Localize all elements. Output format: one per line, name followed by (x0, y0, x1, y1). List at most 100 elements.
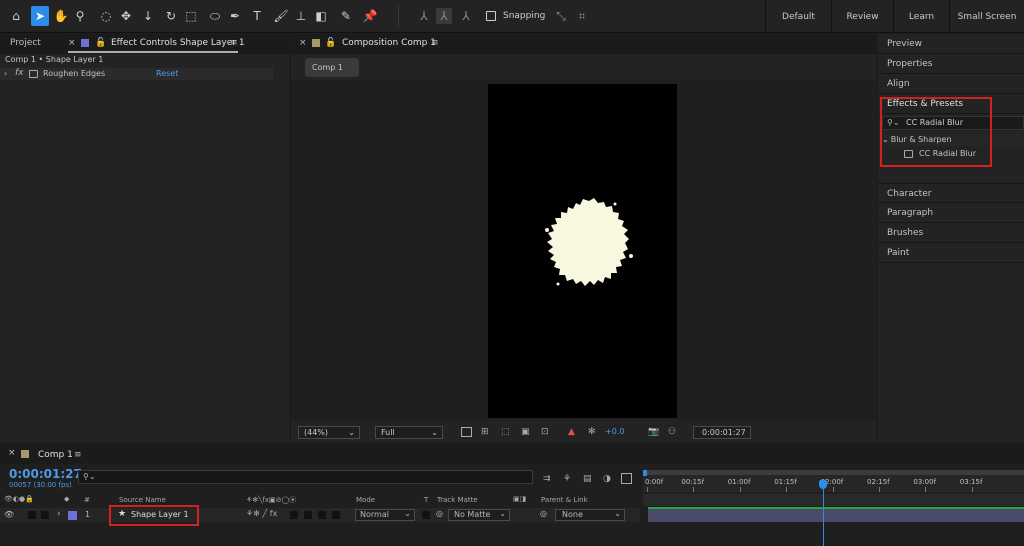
visibility-icon: 👁◐●🔒 (4, 495, 34, 503)
work-area-start[interactable] (643, 470, 647, 476)
time-ruler[interactable]: 0:00f 00:15f 01:00f 01:15f 02:00f 02:15f 03:00… (643, 470, 1024, 492)
playhead-handle[interactable] (819, 480, 827, 489)
expand-chevron-icon[interactable]: › (4, 69, 7, 78)
axis-world-icon[interactable]: ⅄ (436, 8, 452, 24)
layer-duration-bar[interactable] (648, 508, 1024, 522)
fast-previews-icon[interactable] (461, 427, 472, 437)
viewer[interactable] (291, 80, 876, 420)
panel-paint[interactable]: Paint (878, 243, 1024, 263)
panel-paragraph[interactable]: Paragraph (878, 203, 1024, 223)
exposure-value[interactable]: +0.0 (605, 427, 624, 437)
viewer-timecode[interactable]: 0:00:01:27 (693, 426, 751, 439)
panel-menu-icon[interactable]: ≡ (74, 450, 82, 460)
puppet-pin-tool-icon[interactable]: 📌 (362, 8, 378, 24)
channel-color-icon[interactable]: ▲ (568, 427, 575, 437)
mask-visibility-icon[interactable]: ⬚ (501, 427, 510, 437)
shy-layers-icon[interactable]: ⚘ (563, 474, 571, 484)
panel-preview[interactable]: Preview (878, 34, 1024, 54)
motion-blur-icon[interactable]: ◑ (603, 474, 611, 484)
axis-view-icon[interactable]: ⅄ (458, 8, 474, 24)
type-tool-icon[interactable]: T (249, 8, 265, 24)
workspace-learn[interactable]: Learn (893, 0, 949, 33)
comp-canvas[interactable] (488, 84, 677, 418)
panel-menu-icon[interactable]: ≡ (431, 38, 439, 48)
graph-editor-icon[interactable] (621, 473, 632, 484)
pan-camera-icon[interactable]: ✥ (118, 8, 134, 24)
playhead-line (823, 484, 824, 546)
transparency-grid-icon[interactable]: ⊞ (481, 427, 489, 437)
pan-behind-tool-icon[interactable]: ⬚ (183, 8, 199, 24)
rotation-tool-icon[interactable]: ↻ (163, 8, 179, 24)
lock-icon[interactable]: 🔓 (325, 38, 336, 48)
close-icon[interactable]: × (68, 38, 76, 48)
reset-link[interactable]: Reset (156, 69, 178, 78)
exposure-reset-icon[interactable]: ✻ (588, 427, 596, 437)
effect-row[interactable]: › fx Roughen Edges Reset (0, 68, 273, 80)
snap-feature-icon[interactable]: ⌗ (574, 8, 590, 24)
orbit-camera-icon[interactable]: ◌ (98, 8, 114, 24)
comp-flowchart-icon[interactable]: ⇉ (543, 474, 551, 484)
mode-dropdown[interactable]: Normal ⌄ (355, 509, 415, 521)
resolution-dropdown[interactable]: Full ⌄ (375, 426, 443, 439)
switch-box[interactable] (318, 511, 326, 519)
hand-tool-icon[interactable]: ✋ (53, 8, 69, 24)
eraser-tool-icon[interactable]: ◧ (313, 8, 329, 24)
panel-align[interactable]: Align (878, 74, 1024, 94)
snapping-checkbox[interactable] (486, 11, 496, 21)
brush-tool-icon[interactable]: 🖌 (273, 8, 289, 24)
tab-effect-controls[interactable]: Effect Controls Shape Layer 1 (111, 38, 245, 48)
workspace-default[interactable]: Default (765, 0, 831, 33)
header-number: # (84, 496, 90, 504)
zoom-dropdown[interactable]: (44%) ⌄ (298, 426, 360, 439)
track-matte-dropdown[interactable]: No Matte ⌄ (448, 509, 510, 521)
effect-name[interactable]: Roughen Edges (43, 69, 105, 78)
switch-box[interactable] (332, 511, 340, 519)
preserve-transparency-box[interactable] (422, 511, 430, 519)
pen-tool-icon[interactable]: ✒ (227, 8, 243, 24)
comp-button[interactable]: Comp 1 (305, 58, 359, 77)
layer-switches-icon[interactable]: ⚘✻ ╱ fx (246, 509, 277, 518)
expand-chevron-icon[interactable]: › (57, 509, 61, 519)
clone-stamp-tool-icon[interactable]: ⊥ (293, 8, 309, 24)
solo-box[interactable] (28, 511, 36, 519)
region-of-interest-icon[interactable]: ▣ (521, 427, 530, 437)
axis-local-icon[interactable]: ⅄ (416, 8, 432, 24)
frame-blending-icon[interactable]: ▤ (583, 474, 592, 484)
snap-edge-icon[interactable]: ⤡ (553, 8, 569, 24)
lock-icon[interactable]: 🔓 (95, 38, 106, 48)
home-icon[interactable]: ⌂ (8, 8, 24, 24)
parent-dropdown[interactable]: None ⌄ (555, 509, 625, 521)
track-matte-link-icon[interactable]: ◎ (436, 509, 443, 518)
ruler-tick (647, 487, 648, 492)
tab-project[interactable]: Project (10, 38, 41, 48)
panel-character[interactable]: Character (878, 183, 1024, 203)
roto-brush-tool-icon[interactable]: ✎ (338, 8, 354, 24)
workspace-review[interactable]: Review (831, 0, 893, 33)
eye-icon[interactable]: 👁 (4, 510, 14, 519)
selection-tool-icon[interactable]: ➤ (31, 6, 49, 26)
layer-row[interactable]: 👁 › 1 ★ Shape Layer 1 ⚘✻ ╱ fx Normal ⌄ ◎ … (0, 508, 640, 522)
layer-label-color[interactable] (68, 511, 77, 520)
grid-guides-icon[interactable]: ⊡ (541, 427, 549, 437)
switch-box[interactable] (290, 511, 298, 519)
lock-box[interactable] (41, 511, 49, 519)
panel-properties[interactable]: Properties (878, 54, 1024, 74)
fx-icon[interactable]: fx (15, 68, 24, 78)
workspace-small-screen[interactable]: Small Screen (949, 0, 1024, 33)
close-icon[interactable]: × (8, 448, 16, 458)
panel-menu-icon[interactable]: ≡ (230, 38, 238, 48)
panel-brushes[interactable]: Brushes (878, 223, 1024, 243)
ellipse-tool-icon[interactable]: ⬭ (207, 8, 223, 24)
tab-composition[interactable]: Composition Comp 1 (342, 38, 436, 48)
switch-box[interactable] (304, 511, 312, 519)
timeline-timecode[interactable]: 0:00:01:27 (9, 467, 82, 481)
snapshot-camera-icon[interactable]: 📷 (648, 427, 659, 437)
zoom-tool-icon[interactable]: ⚲ (72, 8, 88, 24)
show-snapshot-icon[interactable]: ⚇ (668, 427, 676, 437)
parent-pickwhip-icon[interactable]: ◎ (540, 509, 547, 518)
tab-comp[interactable]: Comp 1 (38, 450, 73, 460)
layer-search[interactable]: ⚲⌄ (78, 470, 533, 484)
work-area-bar[interactable] (646, 470, 1024, 475)
dolly-camera-icon[interactable]: ↓ (140, 8, 156, 24)
close-icon[interactable]: × (299, 38, 307, 48)
